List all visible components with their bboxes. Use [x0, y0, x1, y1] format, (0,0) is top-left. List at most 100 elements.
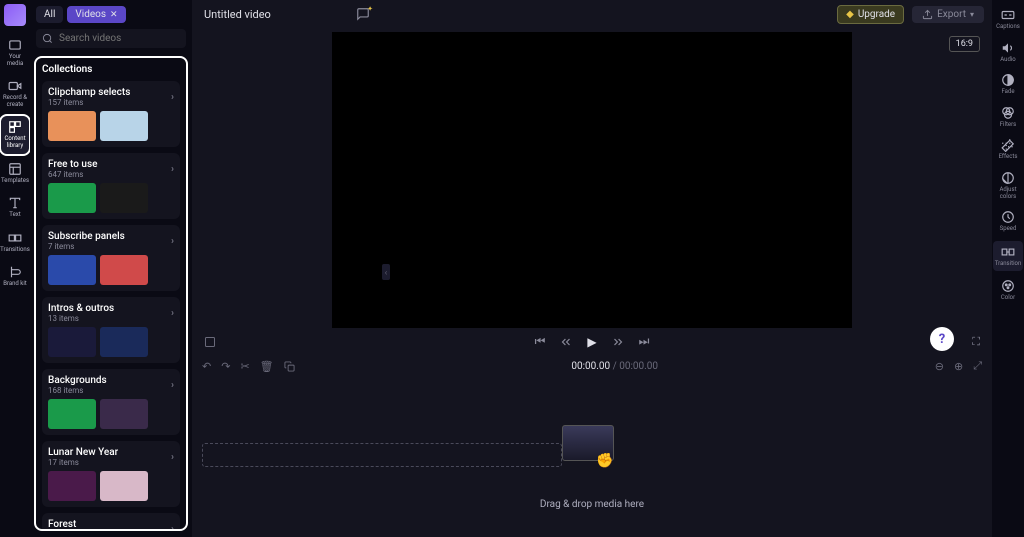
collection-name: Backgrounds — [48, 375, 107, 386]
rail-text[interactable]: Text — [1, 192, 29, 223]
search-icon — [42, 33, 53, 44]
skip-start-button[interactable]: ⏮ — [535, 334, 546, 349]
search-input[interactable] — [59, 33, 180, 44]
collection-thumb[interactable] — [48, 399, 96, 429]
rr-transition[interactable]: Transition — [993, 241, 1024, 272]
collection-thumb[interactable] — [100, 183, 148, 213]
main-area: ✦ ◆Upgrade Export▾ 16:9 ⏮ ▶ ⏭ ⛶ ↶ ↷ ✂ 🗑 … — [192, 0, 992, 537]
play-button[interactable]: ▶ — [587, 335, 596, 349]
rr-effects[interactable]: Effects — [999, 136, 1018, 163]
skip-end-button[interactable]: ⏭ — [639, 334, 650, 349]
collection-thumb[interactable] — [100, 111, 148, 141]
collection-item[interactable]: Intros & outros13 items› — [42, 297, 180, 363]
collection-thumb[interactable] — [100, 255, 148, 285]
redo-button[interactable]: ↷ — [221, 360, 230, 373]
upgrade-button[interactable]: ◆Upgrade — [837, 5, 904, 24]
rail-label: Record & create — [1, 95, 29, 108]
rr-label: Adjust colors — [992, 187, 1024, 200]
record-icon — [8, 79, 22, 93]
collection-item[interactable]: Free to use647 items › — [42, 153, 180, 219]
frame-indicator — [204, 336, 216, 348]
aspect-ratio-button[interactable]: 16:9 — [949, 36, 980, 52]
rr-label: Effects — [999, 154, 1018, 161]
tab-label: Videos — [75, 9, 106, 20]
collection-count: 13 items — [48, 314, 114, 323]
zoom-in-button[interactable]: ⊕ — [954, 360, 963, 373]
rr-audio[interactable]: Audio — [1000, 39, 1015, 66]
collection-thumb[interactable] — [48, 183, 96, 213]
rr-captions[interactable]: Captions — [996, 6, 1020, 33]
step-forward-button[interactable] — [611, 335, 625, 349]
rr-filters[interactable]: Filters — [1000, 104, 1017, 131]
rr-speed[interactable]: Speed — [1000, 208, 1017, 235]
chevron-right-icon: › — [171, 164, 174, 175]
search-field[interactable] — [36, 29, 186, 48]
content-sidebar: All Videos✕ Collections Clipchamp select… — [30, 0, 192, 537]
step-back-button[interactable] — [559, 335, 573, 349]
chevron-right-icon: › — [171, 524, 174, 532]
collection-item[interactable]: Forest31 items› — [42, 513, 180, 531]
templates-icon — [8, 162, 22, 176]
collection-name: Clipchamp selects — [48, 87, 130, 98]
collection-name: Intros & outros — [48, 303, 114, 314]
rail-label: Transitions — [0, 247, 30, 254]
rr-adjust-colors[interactable]: Adjust colors — [992, 169, 1024, 202]
duration-time: / 00:00.00 — [610, 361, 658, 372]
rr-color[interactable]: Color — [1001, 277, 1015, 304]
drop-zone[interactable] — [202, 443, 562, 467]
zoom-fit-button[interactable]: ⤢ — [973, 359, 982, 373]
left-rail: Your media Record & create Content libra… — [0, 0, 30, 537]
split-button[interactable]: ✂ — [240, 360, 249, 373]
project-title-input[interactable] — [200, 6, 348, 23]
undo-button[interactable]: ↶ — [202, 360, 211, 373]
preview-stage[interactable] — [332, 32, 852, 328]
collection-item[interactable]: Clipchamp selects157 items› — [42, 81, 180, 147]
library-icon — [8, 120, 22, 134]
rail-content-library[interactable]: Content library — [1, 116, 29, 153]
right-rail: Captions Audio Fade Filters Effects Adju… — [992, 0, 1024, 537]
collection-item[interactable]: Backgrounds168 items› — [42, 369, 180, 435]
collection-thumb[interactable] — [48, 111, 96, 141]
timeline[interactable]: ✊ Drag & drop media here — [192, 377, 992, 537]
rail-your-media[interactable]: Your media — [1, 34, 29, 71]
export-button[interactable]: Export▾ — [912, 6, 984, 23]
rail-transitions[interactable]: Transitions — [1, 227, 29, 258]
collection-thumb[interactable] — [48, 471, 96, 501]
collections-panel: Collections Clipchamp selects157 items›F… — [34, 56, 188, 531]
adjust-icon — [1001, 171, 1015, 185]
duplicate-button[interactable] — [284, 361, 295, 372]
collection-name: Free to use — [48, 159, 97, 170]
rr-label: Filters — [1000, 122, 1017, 129]
captions-icon — [1001, 8, 1015, 22]
delete-button[interactable]: 🗑 — [260, 360, 274, 373]
tab-all[interactable]: All — [36, 6, 63, 23]
rr-label: Transition — [995, 261, 1022, 268]
collection-thumb[interactable] — [48, 327, 96, 357]
collection-count: 7 items — [48, 242, 125, 251]
help-button[interactable]: ? — [930, 327, 954, 351]
collapse-sidebar-handle[interactable]: ‹ — [382, 264, 390, 280]
collection-item[interactable]: Subscribe panels7 items› — [42, 225, 180, 291]
collection-name: Lunar New Year — [48, 447, 118, 458]
media-clip[interactable] — [562, 425, 614, 461]
rr-fade[interactable]: Fade — [1001, 71, 1015, 98]
audio-icon — [1001, 41, 1015, 55]
review-icon[interactable]: ✦ — [356, 7, 370, 21]
brand-logo[interactable] — [4, 4, 26, 26]
collection-thumb[interactable] — [48, 255, 96, 285]
rail-brand-kit[interactable]: Brand kit — [1, 261, 29, 292]
collection-thumb[interactable] — [100, 327, 148, 357]
zoom-out-button[interactable]: ⊖ — [935, 360, 944, 373]
rr-label: Color — [1001, 295, 1015, 302]
collection-count: 647 items — [48, 170, 97, 179]
rail-templates[interactable]: Templates — [1, 158, 29, 189]
timeline-time: 00:00.00 / 00:00.00 — [571, 361, 658, 372]
tab-videos[interactable]: Videos ✕ — [67, 6, 125, 23]
rail-record-create[interactable]: Record & create — [1, 75, 29, 112]
track-area[interactable]: ✊ — [202, 385, 982, 495]
collection-item[interactable]: Lunar New Year17 items› — [42, 441, 180, 507]
fullscreen-button[interactable]: ⛶ — [972, 335, 980, 349]
collection-thumb[interactable] — [100, 471, 148, 501]
collection-thumb[interactable] — [100, 399, 148, 429]
close-icon[interactable]: ✕ — [110, 10, 118, 20]
